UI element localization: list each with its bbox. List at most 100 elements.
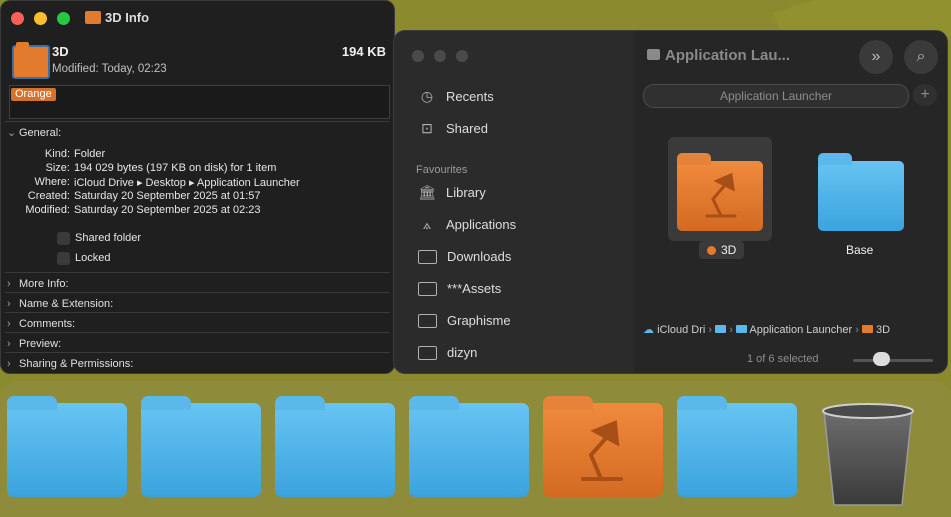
dock-folder[interactable]	[7, 396, 127, 497]
slider-knob[interactable]	[872, 352, 890, 366]
window-title: 3D Info	[105, 10, 150, 25]
created-label: Created:	[27, 190, 70, 202]
path-segment-icloud[interactable]: iCloud Dri	[657, 324, 705, 336]
folder-icon	[735, 325, 747, 333]
section-preview[interactable]: › Preview:	[7, 338, 61, 350]
minimize-button[interactable]	[34, 12, 47, 25]
folder-3d[interactable]	[677, 153, 763, 231]
section-general[interactable]: ⌄ General:	[7, 126, 61, 139]
minimize-button[interactable]	[434, 50, 446, 62]
finder-window: ◷ Recents ⊡ Shared Favourites 🏛 Library ⟑ Ap…	[393, 30, 948, 374]
kind-label: Kind:	[44, 148, 70, 160]
folder-icon	[861, 325, 873, 333]
folder-icon	[647, 49, 660, 60]
where-value: iCloud Drive ▸ Desktop ▸ Application Lau…	[74, 177, 300, 189]
applications-icon: ⟑	[422, 216, 432, 232]
section-label: Preview:	[19, 338, 62, 350]
sidebar-item-dizyn[interactable]: dizyn	[418, 345, 477, 360]
section-sharing-permissions[interactable]: › Sharing & Permissions:	[7, 358, 133, 370]
sidebar-item-shared[interactable]: ⊡ Shared	[418, 120, 488, 136]
locked-checkbox[interactable]	[57, 252, 70, 265]
more-toolbar-button[interactable]: »	[859, 40, 893, 74]
chevron-right-icon: ›	[7, 338, 11, 350]
close-button[interactable]	[412, 50, 424, 62]
kind-row: Kind: Folder	[1, 148, 391, 162]
window-title: Application Lau...	[665, 47, 791, 64]
dock-folder[interactable]	[275, 396, 395, 497]
icloud-icon: ☁	[643, 324, 654, 336]
section-more-info[interactable]: › More Info:	[7, 278, 69, 290]
sidebar-item-label: Graphisme	[447, 313, 511, 328]
sidebar-item-label: Shared	[446, 121, 488, 136]
section-comments[interactable]: › Comments:	[7, 318, 75, 330]
icon-size-slider[interactable]	[853, 359, 933, 362]
sidebar-item-label: ***Assets	[447, 281, 502, 296]
orange-tag-dot	[707, 246, 716, 255]
modified-date: Modified: Today, 02:23	[52, 63, 167, 75]
sidebar-item-applications[interactable]: ⟑ Applications	[418, 216, 516, 232]
folder-icon	[85, 11, 101, 24]
chevron-right-icon: ›	[7, 298, 11, 310]
path-field[interactable]: Application Launcher	[643, 84, 909, 108]
dock-folder[interactable]	[677, 396, 797, 497]
chevron-right-icon: ›	[7, 278, 11, 290]
divider	[5, 332, 390, 333]
path-segment-application-launcher[interactable]: Application Launcher	[749, 324, 852, 336]
sidebar-item-label: Downloads	[447, 249, 512, 264]
divider	[5, 312, 390, 313]
sidebar-item-graphisme[interactable]: Graphisme	[418, 313, 511, 328]
add-tab-button[interactable]: +	[913, 84, 937, 106]
file-size: 194 KB	[341, 44, 386, 59]
size-label: Size:	[45, 162, 70, 174]
dock-folder[interactable]	[409, 396, 529, 497]
folder-icon	[12, 42, 50, 79]
clock-icon: ◷	[420, 88, 434, 104]
created-row: Created: Saturday 20 September 2025 at 01…	[1, 190, 391, 204]
lamp-icon	[581, 420, 623, 481]
sidebar-item-downloads[interactable]: Downloads	[418, 249, 511, 264]
where-row: Where: iCloud Drive ▸ Desktop ▸ Applicati…	[1, 176, 391, 190]
section-label: Name & Extension:	[19, 298, 114, 310]
divider	[5, 121, 390, 122]
path-segment-3d[interactable]: 3D	[876, 324, 890, 336]
search-icon: ⌕	[916, 48, 926, 65]
chevron-down-icon: ⌄	[7, 127, 17, 139]
sidebar-item-label: Recents	[446, 89, 494, 104]
sidebar-item-assets[interactable]: ***Assets	[418, 281, 501, 296]
divider	[5, 272, 390, 273]
chevron-right-icon: ›	[7, 358, 11, 370]
dock-folder[interactable]	[141, 396, 261, 497]
search-button[interactable]: ⌕	[904, 40, 938, 74]
trash-icon[interactable]	[822, 403, 914, 507]
modified-row: Modified: Saturday 20 September 2025 at 0…	[1, 204, 391, 218]
shared-folder-checkbox[interactable]	[57, 232, 70, 245]
created-value: Saturday 20 September 2025 at 01:57	[74, 190, 261, 202]
folder-icon	[715, 325, 727, 333]
modified-value: Saturday 20 September 2025 at 02:23	[74, 204, 261, 216]
tags-field[interactable]: Orange	[9, 85, 390, 119]
info-window: 3D Info 3D 194 KB Modified: Today, 02:23…	[0, 0, 395, 374]
sidebar-item-recents[interactable]: ◷ Recents	[418, 88, 494, 104]
zoom-button[interactable]	[57, 12, 70, 25]
folder-base[interactable]	[818, 153, 904, 231]
file-name: 3D	[52, 44, 69, 59]
path-bar: ☁ iCloud Dri › › Application Launcher › …	[643, 324, 891, 336]
locked-label: Locked	[75, 252, 111, 264]
divider	[5, 352, 390, 353]
close-button[interactable]	[11, 12, 24, 25]
section-name-extension[interactable]: › Name & Extension:	[7, 298, 113, 310]
zoom-button[interactable]	[456, 50, 468, 62]
shared-folder-icon: ⊡	[421, 120, 433, 136]
dock-folder-3d[interactable]	[543, 396, 663, 497]
kind-value: Folder	[74, 148, 106, 160]
shared-folder-label: Shared folder	[75, 232, 142, 244]
tag-orange[interactable]: Orange	[11, 88, 56, 101]
folder-icon	[418, 281, 437, 296]
section-label: Comments:	[19, 318, 76, 330]
item-label-base: Base	[846, 243, 874, 257]
chevron-right-icon: ›	[7, 318, 11, 330]
sidebar-item-library[interactable]: 🏛 Library	[418, 184, 486, 200]
section-label: Sharing & Permissions:	[19, 358, 134, 370]
item-name: 3D	[721, 243, 737, 257]
folder-icon	[418, 345, 437, 360]
